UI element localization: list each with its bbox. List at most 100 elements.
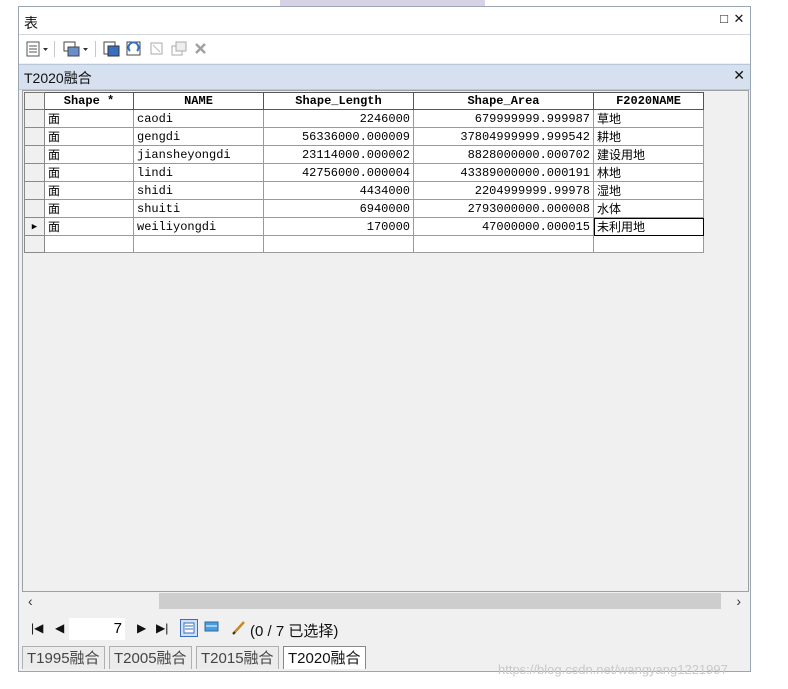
cell-shape[interactable]: 面 [44, 181, 134, 200]
cell-empty[interactable] [44, 235, 134, 253]
cell-shape-length[interactable]: 23114000.000002 [263, 145, 414, 164]
cell-empty[interactable] [593, 235, 704, 253]
row-selector[interactable] [24, 199, 45, 218]
cell-shape[interactable]: 面 [44, 199, 134, 218]
row-selector[interactable] [24, 235, 45, 253]
cell-empty[interactable] [133, 235, 264, 253]
cell-shape-area[interactable]: 2793000000.000008 [413, 199, 594, 218]
table-tab-title: T2020融合 [24, 70, 92, 86]
cell-shape-area[interactable]: 679999999.999987 [413, 109, 594, 128]
cell-name[interactable]: lindi [133, 163, 264, 182]
show-all-records-icon[interactable] [180, 619, 198, 637]
table-options-icon[interactable] [26, 40, 50, 58]
edit-pencil-icon [232, 621, 245, 635]
cell-shape[interactable]: 面 [44, 163, 134, 182]
cell-name[interactable]: gengdi [133, 127, 264, 146]
cell-shape-area[interactable]: 37804999999.999542 [413, 127, 594, 146]
cell-shape-length[interactable]: 2246000 [263, 109, 414, 128]
table-row[interactable]: 面 gengdi 56336000.000009 37804999999.999… [24, 127, 704, 146]
cell-shape-area[interactable]: 2204999999.99978 [413, 181, 594, 200]
selection-count-text: (0 / 7 已选择) [250, 623, 339, 640]
cell-shape-length[interactable]: 4434000 [263, 181, 414, 200]
cell-f2020name[interactable]: 水体 [593, 199, 704, 218]
scroll-thumb[interactable] [159, 593, 721, 609]
related-tables-icon[interactable] [62, 40, 90, 58]
next-record-icon[interactable]: ▶ [137, 621, 146, 635]
watermark-text: https://blog.csdn.net/wangyang1221997 [498, 662, 728, 677]
cell-f2020name[interactable]: 耕地 [593, 127, 704, 146]
cell-name[interactable]: shidi [133, 181, 264, 200]
row-selector[interactable] [24, 163, 45, 182]
row-selector[interactable] [24, 181, 45, 200]
horizontal-scrollbar[interactable]: ‹ › [22, 592, 749, 610]
cell-f2020name-active[interactable]: 未利用地 [593, 217, 704, 236]
title-bar: 表 □ ✕ [19, 7, 750, 35]
table-row[interactable]: 面 shidi 4434000 2204999999.99978 湿地 [24, 181, 704, 200]
table-row-current[interactable]: ▶ 面 weiliyongdi 170000 47000000.000015 未… [24, 217, 704, 236]
column-header-f2020name[interactable]: F2020NAME [593, 92, 704, 110]
table-row[interactable]: 面 lindi 42756000.000004 43389000000.0001… [24, 163, 704, 182]
cell-f2020name[interactable]: 林地 [593, 163, 704, 182]
first-record-icon[interactable]: |◀ [31, 621, 43, 635]
maximize-icon[interactable]: □ [717, 11, 731, 27]
current-record-field[interactable]: 7 [69, 618, 125, 640]
switch-selection-icon[interactable] [125, 40, 145, 58]
cell-name[interactable]: caodi [133, 109, 264, 128]
close-icon[interactable]: ✕ [732, 11, 746, 27]
show-selected-records-icon[interactable] [203, 619, 221, 637]
table-window: 表 □ ✕ T2020融合 ✕ Shape * NAME Shape_Lengt… [18, 6, 751, 672]
table-tab-bar: T2020融合 ✕ [19, 64, 750, 90]
row-selector[interactable] [24, 109, 45, 128]
cell-shape-length[interactable]: 6940000 [263, 199, 414, 218]
table-toolbar [19, 35, 750, 63]
corner-cell[interactable] [24, 92, 45, 110]
cell-empty[interactable] [413, 235, 594, 253]
table-row[interactable]: 面 caodi 2246000 679999999.999987 草地 [24, 109, 704, 128]
clear-selection-icon[interactable] [149, 40, 165, 58]
row-selector[interactable] [24, 127, 45, 146]
cell-shape[interactable]: 面 [44, 145, 134, 164]
cell-shape-area[interactable]: 47000000.000015 [413, 217, 594, 236]
scroll-right-icon[interactable]: › [736, 592, 741, 610]
cell-empty[interactable] [263, 235, 414, 253]
tab-t2020[interactable]: T2020融合 [283, 646, 366, 669]
cell-shape-length[interactable]: 42756000.000004 [263, 163, 414, 182]
cell-shape-area[interactable]: 8828000000.000702 [413, 145, 594, 164]
header-row: Shape * NAME Shape_Length Shape_Area F20… [24, 92, 704, 110]
cell-shape-length[interactable]: 56336000.000009 [263, 127, 414, 146]
cell-name[interactable]: shuiti [133, 199, 264, 218]
column-header-name[interactable]: NAME [133, 92, 264, 110]
last-record-icon[interactable]: ▶| [156, 621, 168, 635]
tab-t2015[interactable]: T2015融合 [196, 646, 279, 669]
cell-f2020name[interactable]: 草地 [593, 109, 704, 128]
previous-record-icon[interactable]: ◀ [55, 621, 64, 635]
new-row[interactable] [24, 235, 704, 253]
cell-shape[interactable]: 面 [44, 217, 134, 236]
column-header-shape-area[interactable]: Shape_Area [413, 92, 594, 110]
select-by-attributes-icon[interactable] [102, 40, 122, 58]
close-table-icon[interactable]: ✕ [733, 67, 745, 84]
cell-f2020name[interactable]: 湿地 [593, 181, 704, 200]
attribute-table: Shape * NAME Shape_Length Shape_Area F20… [24, 92, 704, 253]
column-header-shape-length[interactable]: Shape_Length [263, 92, 414, 110]
column-header-shape[interactable]: Shape * [44, 92, 134, 110]
tab-t1995[interactable]: T1995融合 [22, 646, 105, 669]
row-selector[interactable] [24, 145, 45, 164]
current-row-arrow-icon[interactable]: ▶ [24, 217, 45, 236]
scroll-left-icon[interactable]: ‹ [28, 592, 33, 610]
cell-f2020name[interactable]: 建设用地 [593, 145, 704, 164]
cell-shape-length[interactable]: 170000 [263, 217, 414, 236]
cell-shape[interactable]: 面 [44, 109, 134, 128]
record-navigation-bar: |◀ ◀ 7 ▶ ▶| (0 / 7 已选择) [19, 614, 750, 644]
table-row[interactable]: 面 jiansheyongdi 23114000.000002 88280000… [24, 145, 704, 164]
zoom-to-selected-icon[interactable] [170, 40, 188, 58]
cell-name[interactable]: jiansheyongdi [133, 145, 264, 164]
tab-t2005[interactable]: T2005融合 [109, 646, 192, 669]
window-title: 表 [24, 15, 38, 31]
table-row[interactable]: 面 shuiti 6940000 2793000000.000008 水体 [24, 199, 704, 218]
cell-shape[interactable]: 面 [44, 127, 134, 146]
cell-name[interactable]: weiliyongdi [133, 217, 264, 236]
attribute-grid: Shape * NAME Shape_Length Shape_Area F20… [22, 90, 749, 592]
cell-shape-area[interactable]: 43389000000.000191 [413, 163, 594, 182]
delete-selected-icon[interactable] [193, 40, 209, 58]
